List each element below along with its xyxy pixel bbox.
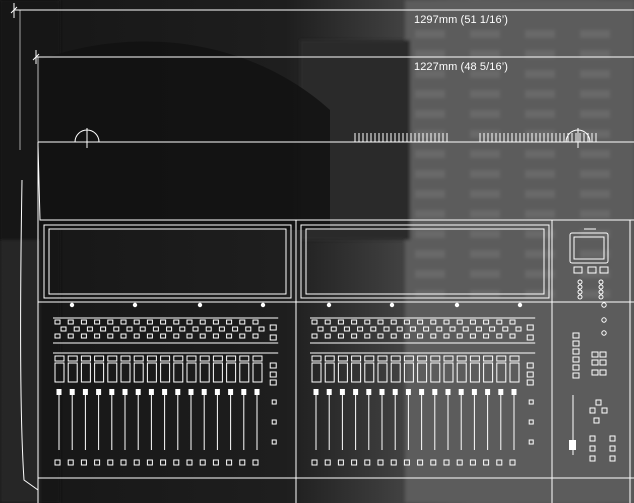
fader-cap[interactable] — [228, 389, 234, 395]
fader-cap[interactable] — [109, 389, 115, 395]
overall-width-dimension — [10, 3, 634, 150]
frame-width-dimension — [32, 50, 634, 145]
fader-cap[interactable] — [96, 389, 102, 395]
fader-cap[interactable] — [432, 389, 438, 395]
fader-cap[interactable] — [458, 389, 464, 395]
frame-width-label: 1227mm (48 5/16’) — [414, 61, 509, 73]
fader-cap[interactable] — [419, 389, 425, 395]
fader-cap[interactable] — [56, 389, 62, 395]
overall-width-label: 1297mm (51 1/16’) — [414, 14, 509, 26]
fader-cap[interactable] — [405, 389, 411, 395]
fader-cap[interactable] — [471, 389, 477, 395]
fader-cap[interactable] — [254, 389, 260, 395]
console-line-drawing — [10, 3, 634, 503]
product-drawing: 1297mm (51 1/16’) 1227mm (48 5/16’) — [0, 0, 634, 503]
fader-cap[interactable] — [148, 389, 154, 395]
console-top-profile — [38, 128, 634, 148]
fader-bank-left — [53, 302, 279, 466]
fader-cap[interactable] — [498, 389, 504, 395]
fader-cap[interactable] — [82, 389, 88, 395]
fader-cap[interactable] — [122, 389, 128, 395]
fader-cap[interactable] — [511, 389, 517, 395]
fader-cap[interactable] — [69, 389, 75, 395]
touch-screen-right — [300, 224, 550, 299]
fader-cap[interactable] — [485, 389, 491, 395]
master-section — [569, 228, 616, 462]
fader-cap[interactable] — [445, 389, 451, 395]
fader-bank-right — [310, 302, 536, 466]
fader-cap[interactable] — [201, 389, 207, 395]
fader-cap[interactable] — [214, 389, 220, 395]
fader-cap[interactable] — [241, 389, 247, 395]
fader-cap[interactable] — [175, 389, 181, 395]
fader-cap[interactable] — [326, 389, 332, 395]
fader-cap[interactable] — [135, 389, 141, 395]
touch-screen-left — [43, 224, 292, 299]
fader-cap[interactable] — [162, 389, 168, 395]
fader-cap[interactable] — [392, 389, 398, 395]
fader-cap[interactable] — [353, 389, 359, 395]
fader-cap[interactable] — [379, 389, 385, 395]
fader-cap[interactable] — [313, 389, 319, 395]
fader-cap[interactable] — [339, 389, 345, 395]
fader-cap[interactable] — [188, 389, 194, 395]
fader-cap[interactable] — [366, 389, 372, 395]
